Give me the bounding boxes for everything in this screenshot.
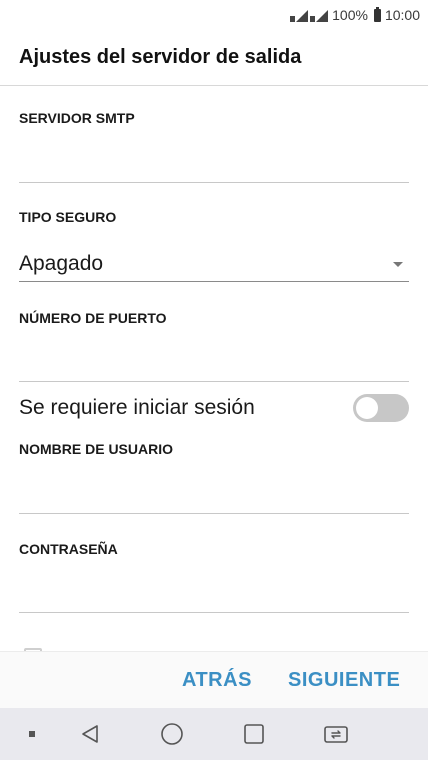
settings-form: SERVIDOR SMTP TIPO SEGURO Apagado NÚMERO…: [0, 86, 428, 651]
navigation-bar: [0, 708, 428, 760]
next-button[interactable]: SIGUIENTE: [288, 669, 400, 692]
dual-window-icon[interactable]: [322, 720, 350, 748]
signal-icon: [290, 8, 329, 22]
smtp-server-label: SERVIDOR SMTP: [19, 110, 135, 126]
toggle-knob: [356, 397, 378, 419]
clock: 10:00: [384, 7, 420, 23]
security-type-select[interactable]: Apagado: [19, 246, 409, 282]
battery-percent: 100%: [332, 7, 368, 23]
username-label: NOMBRE DE USUARIO: [19, 441, 174, 457]
smtp-server-input[interactable]: [19, 147, 409, 183]
home-circle-icon[interactable]: [158, 720, 186, 748]
action-bar: ATRÁS SIGUIENTE: [0, 651, 428, 708]
back-button[interactable]: ATRÁS: [182, 669, 252, 692]
password-input[interactable]: [19, 577, 409, 613]
square-dot-icon[interactable]: [18, 720, 46, 748]
dropdown-caret-icon: [393, 262, 403, 267]
page-title: Ajustes del servidor de salida: [19, 46, 302, 68]
port-number-input[interactable]: [19, 346, 409, 382]
recents-square-icon[interactable]: [240, 720, 268, 748]
header: Ajustes del servidor de salida: [0, 30, 428, 86]
require-login-label: Se requiere iniciar sesión: [19, 396, 255, 419]
port-number-label: NÚMERO DE PUERTO: [19, 310, 167, 326]
require-login-row[interactable]: Se requiere iniciar sesión: [19, 392, 409, 424]
username-input[interactable]: [19, 478, 409, 514]
screen: 100% 10:00 Ajustes del servidor de salid…: [0, 0, 428, 760]
back-triangle-icon[interactable]: [76, 720, 104, 748]
security-type-label: TIPO SEGURO: [19, 209, 117, 225]
password-label: CONTRASEÑA: [19, 541, 118, 557]
require-login-toggle[interactable]: [353, 394, 409, 422]
battery-icon: [373, 6, 381, 22]
security-type-value: Apagado: [19, 252, 104, 275]
status-bar: 100% 10:00: [0, 0, 428, 30]
